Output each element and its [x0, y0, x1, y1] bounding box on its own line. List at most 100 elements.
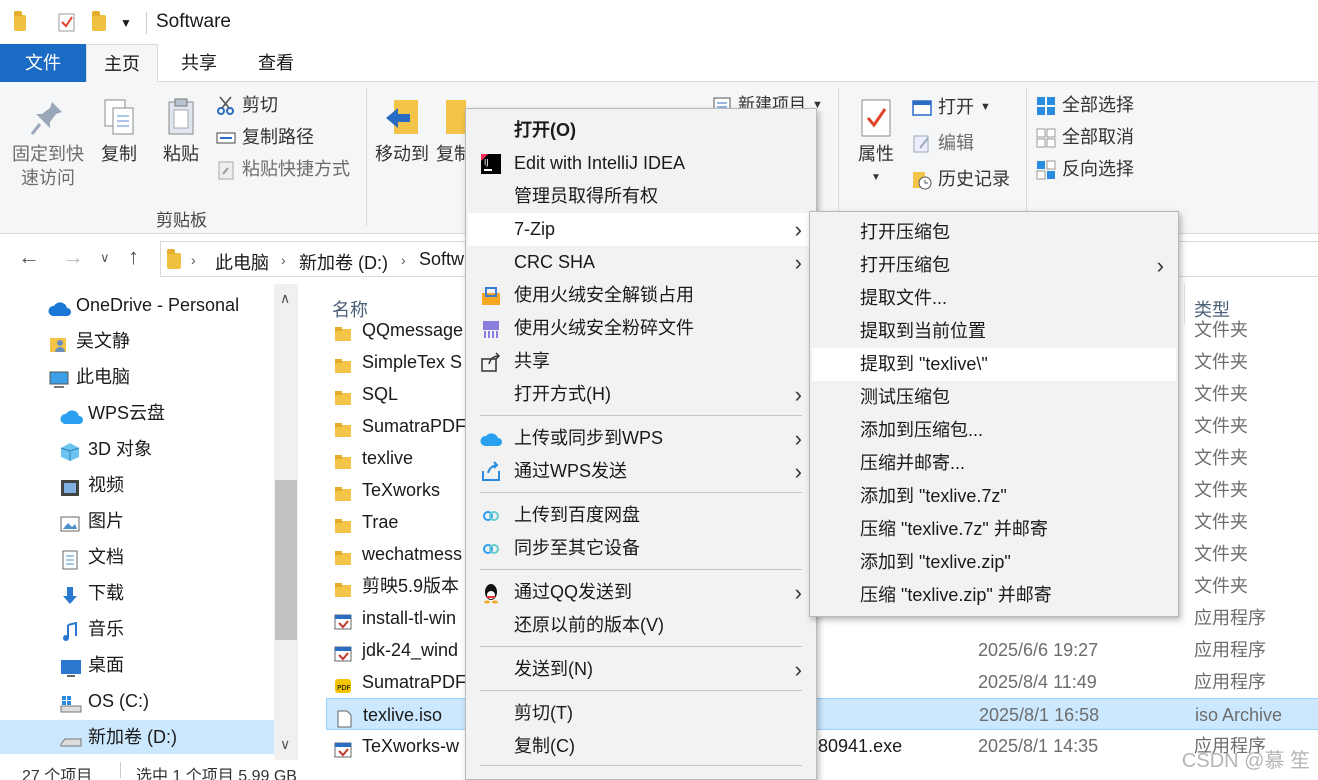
- open-button[interactable]: 打开 ▼: [912, 92, 991, 122]
- edit-label: 编辑: [938, 133, 974, 153]
- zip-menu-item[interactable]: 提取文件...: [812, 282, 1176, 315]
- nav-item-drive-c[interactable]: OS (C:): [0, 684, 274, 718]
- context-menu-item[interactable]: 同步至其它设备: [468, 532, 814, 565]
- nav-item-wps-cloud[interactable]: WPS云盘: [0, 396, 274, 430]
- qq-icon: [480, 582, 502, 604]
- move-to-button[interactable]: 移动到: [372, 98, 432, 166]
- navigation-pane: OneDrive - Personal 吴文静 此电脑 WPS云盘 3D 对象 …: [0, 284, 298, 760]
- music-icon: [60, 619, 82, 641]
- context-menu-item[interactable]: 7-Zip ›: [468, 213, 814, 246]
- nav-item-music[interactable]: 音乐: [0, 612, 274, 646]
- copy-button[interactable]: 复制: [94, 98, 144, 166]
- file-name: Trae: [362, 512, 399, 532]
- folder-icon: [334, 417, 352, 437]
- context-menu: 打开(O) IJ Edit with IntelliJ IDEA 管理员取得所有权 7-…: [465, 108, 817, 780]
- context-menu-item[interactable]: 发送到(N) ›: [468, 653, 814, 686]
- intellij-icon: IJ: [480, 153, 502, 175]
- zip-menu-item[interactable]: 测试压缩包: [812, 381, 1176, 414]
- open-icon: [912, 97, 932, 117]
- nav-item-this-pc[interactable]: 此电脑: [0, 360, 274, 394]
- history-button[interactable]: 历史记录: [912, 164, 1010, 194]
- tab-home[interactable]: 主页: [86, 44, 158, 83]
- nav-item-onedrive[interactable]: OneDrive - Personal: [0, 288, 274, 322]
- context-menu-item[interactable]: 剪切(T): [468, 697, 814, 730]
- nav-item-documents[interactable]: 文档: [0, 540, 274, 574]
- pin-quick-access-button[interactable]: 固定到快 速访问: [8, 98, 88, 190]
- select-all-icon: [1036, 95, 1056, 115]
- zip-menu-item[interactable]: 压缩 "texlive.zip" 并邮寄: [812, 579, 1176, 612]
- context-menu-item[interactable]: 管理员取得所有权: [468, 180, 814, 213]
- forward-arrow-icon[interactable]: →: [62, 244, 84, 270]
- tab-file[interactable]: 文件: [0, 44, 86, 82]
- tab-share[interactable]: 共享: [163, 44, 235, 82]
- context-menu-item[interactable]: 共享: [468, 345, 814, 378]
- up-arrow-icon[interactable]: ↑: [128, 244, 139, 270]
- context-menu-item[interactable]: 上传到百度网盘: [468, 499, 814, 532]
- breadcrumb-this-pc[interactable]: 此电脑: [215, 249, 269, 275]
- nav-item-pictures[interactable]: 图片: [0, 504, 274, 538]
- zip-menu-item[interactable]: 打开压缩包 ›: [812, 249, 1176, 282]
- cut-button[interactable]: 剪切: [216, 90, 278, 120]
- nav-label: 音乐: [88, 619, 124, 639]
- nav-item-downloads[interactable]: 下载: [0, 576, 274, 610]
- properties-check-icon[interactable]: [58, 12, 76, 32]
- select-none-icon: [1036, 127, 1056, 148]
- zip-menu-item[interactable]: 添加到 "texlive.zip": [812, 546, 1176, 579]
- nav-item-3d-objects[interactable]: 3D 对象: [0, 432, 274, 466]
- paste-button[interactable]: 粘贴: [154, 98, 208, 166]
- select-all-button[interactable]: 全部选择: [1036, 90, 1134, 120]
- nav-label: 此电脑: [76, 367, 130, 387]
- context-menu-item[interactable]: 打开方式(H) ›: [468, 378, 814, 411]
- breadcrumb-software[interactable]: Softw: [419, 249, 464, 270]
- nav-scrollbar-thumb[interactable]: [275, 480, 297, 640]
- back-arrow-icon[interactable]: ←: [18, 244, 40, 270]
- zip-menu-item[interactable]: 提取到 "texlive\": [812, 348, 1176, 381]
- zip-menu-item[interactable]: 提取到当前位置: [812, 315, 1176, 348]
- file-name: texlive.iso: [363, 705, 443, 725]
- properties-button[interactable]: 属性 ▼: [848, 98, 904, 190]
- context-menu-item[interactable]: 使用火绒安全粉碎文件: [468, 312, 814, 345]
- context-menu-item[interactable]: 上传或同步到WPS ›: [468, 422, 814, 455]
- move-to-label: 移动到: [375, 144, 429, 164]
- recent-locations-chevron-icon[interactable]: ∨: [100, 250, 110, 266]
- zip-menu-item[interactable]: 压缩并邮寄...: [812, 447, 1176, 480]
- folder-icon: [334, 545, 352, 565]
- file-type: 应用程序: [1194, 640, 1266, 660]
- zip-menu-item[interactable]: 打开压缩包: [812, 216, 1176, 249]
- context-menu-item[interactable]: 复制(C): [468, 730, 814, 763]
- nav-item-user[interactable]: 吴文静: [0, 324, 274, 358]
- properties-label: 属性: [858, 144, 894, 164]
- scroll-down-icon[interactable]: ∨: [280, 736, 290, 753]
- zip-menu-item[interactable]: 添加到 "texlive.7z": [812, 480, 1176, 513]
- folder-icon: [14, 11, 32, 32]
- select-none-button[interactable]: 全部取消: [1036, 122, 1134, 152]
- nav-item-videos[interactable]: 视频: [0, 468, 274, 502]
- breadcrumb-drive-d[interactable]: 新加卷 (D:): [299, 249, 388, 275]
- title-separator: [146, 12, 147, 34]
- select-all-label: 全部选择: [1062, 95, 1134, 115]
- context-menu-item[interactable]: 还原以前的版本(V): [468, 609, 814, 642]
- copy-to-button[interactable]: 复制: [436, 98, 466, 166]
- customize-toolbar-icon[interactable]: ▼: [120, 16, 138, 36]
- context-menu-item[interactable]: CRC SHA ›: [468, 246, 814, 279]
- copy-path-button[interactable]: 复制路径: [216, 122, 314, 152]
- edit-button[interactable]: 编辑: [912, 128, 974, 158]
- new-folder-icon[interactable]: [92, 11, 110, 32]
- paste-shortcut-button[interactable]: 粘贴快捷方式: [216, 154, 350, 184]
- context-menu-item[interactable]: 通过WPS发送 ›: [468, 455, 814, 488]
- invert-selection-button[interactable]: 反向选择: [1036, 154, 1134, 184]
- nav-label: OneDrive - Personal: [76, 295, 240, 315]
- tab-view[interactable]: 查看: [240, 44, 312, 82]
- context-menu-item[interactable]: IJ Edit with IntelliJ IDEA: [468, 147, 814, 180]
- nav-item-desktop[interactable]: 桌面: [0, 648, 274, 682]
- context-menu-item[interactable]: 通过QQ发送到 ›: [468, 576, 814, 609]
- nav-item-drive-d[interactable]: 新加卷 (D:): [0, 720, 274, 754]
- zip-menu-item[interactable]: 添加到压缩包...: [812, 414, 1176, 447]
- paste-shortcut-label: 粘贴快捷方式: [242, 159, 350, 179]
- context-menu-item[interactable]: 使用火绒安全解锁占用: [468, 279, 814, 312]
- context-menu-item[interactable]: 打开(O): [468, 114, 814, 147]
- file-type: 文件夹: [1194, 384, 1248, 404]
- scroll-up-icon[interactable]: ∧: [280, 290, 290, 307]
- menu-separator: [480, 492, 802, 493]
- zip-menu-item[interactable]: 压缩 "texlive.7z" 并邮寄: [812, 513, 1176, 546]
